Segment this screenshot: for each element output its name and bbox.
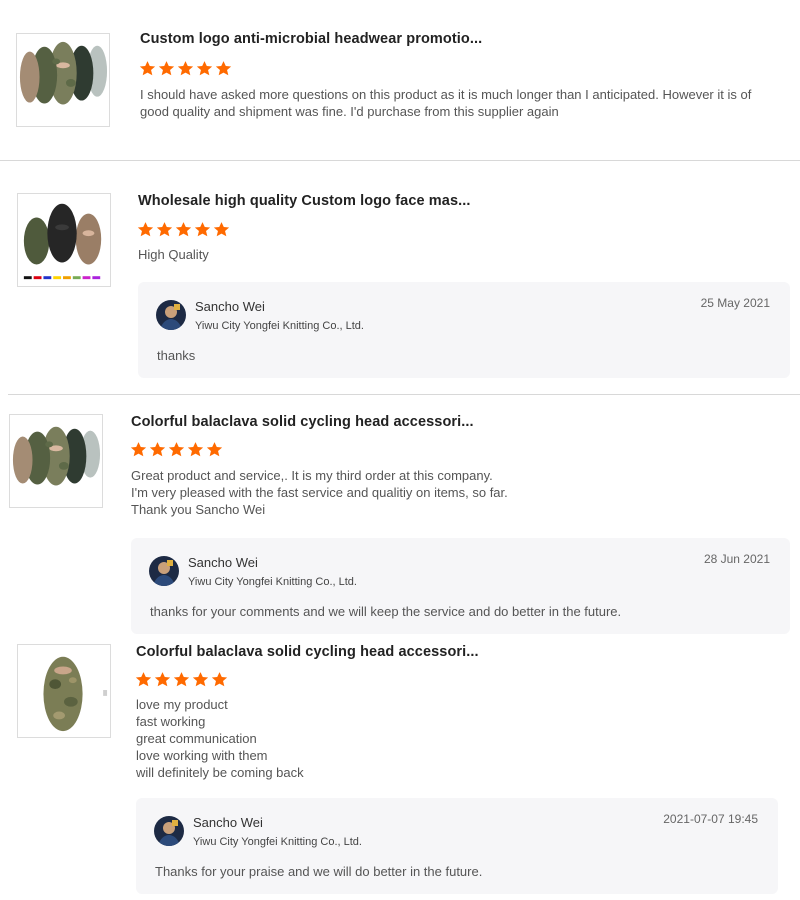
reply-author-name: Sancho Wei <box>195 299 265 314</box>
star-icon <box>194 222 211 237</box>
star-rating <box>135 671 228 688</box>
review-text: High Quality <box>138 247 209 262</box>
reply-date: 2021-07-07 19:45 <box>663 812 758 826</box>
review-item: Custom logo anti-microbial headwear prom… <box>0 0 800 160</box>
balaclava-trio-product-image <box>18 194 110 286</box>
product-title[interactable]: Colorful balaclava solid cycling head ac… <box>131 414 474 430</box>
star-icon <box>156 222 173 237</box>
star-icon <box>206 442 223 457</box>
reply-author-name: Sancho Wei <box>193 815 263 830</box>
review-divider <box>0 160 800 161</box>
star-icon <box>137 222 154 237</box>
review-item: Colorful balaclava solid cycling head ac… <box>0 634 800 900</box>
star-icon <box>139 61 156 76</box>
star-rating <box>139 60 232 77</box>
reply-company-name: Yiwu City Yongfei Knitting Co., Ltd. <box>195 320 364 332</box>
star-icon <box>158 61 175 76</box>
review-text: love my product fast working great commu… <box>136 697 304 780</box>
star-icon <box>196 61 213 76</box>
product-thumbnail[interactable] <box>16 33 110 127</box>
star-icon <box>173 672 190 687</box>
star-icon <box>192 672 209 687</box>
balaclava-group-product-image <box>17 34 109 126</box>
reply-date: 28 Jun 2021 <box>703 552 770 566</box>
star-icon <box>175 222 192 237</box>
avatar <box>156 300 186 330</box>
reply-author-name: Sancho Wei <box>188 555 258 570</box>
star-icon <box>213 222 230 237</box>
star-icon <box>149 442 166 457</box>
avatar <box>149 556 179 586</box>
reply-company-name: Yiwu City Yongfei Knitting Co., Ltd. <box>193 836 362 848</box>
avatar <box>154 816 184 846</box>
review-item: Colorful balaclava solid cycling head ac… <box>0 394 800 634</box>
review-text: Great product and service,. It is my thi… <box>131 468 508 517</box>
star-icon <box>177 61 194 76</box>
product-thumbnail[interactable] <box>9 414 103 508</box>
supplier-reply: Sancho Wei Yiwu City Yongfei Knitting Co… <box>138 282 790 378</box>
star-rating <box>130 441 223 458</box>
star-rating <box>137 221 230 238</box>
star-icon <box>135 672 152 687</box>
product-title[interactable]: Wholesale high quality Custom logo face … <box>138 193 471 209</box>
star-icon <box>130 442 147 457</box>
star-icon <box>215 61 232 76</box>
product-thumbnail[interactable] <box>17 193 111 287</box>
star-icon <box>154 672 171 687</box>
star-icon <box>211 672 228 687</box>
review-text: I should have asked more questions on th… <box>140 87 752 119</box>
product-title[interactable]: Colorful balaclava solid cycling head ac… <box>136 644 479 660</box>
reply-date: 25 May 2021 <box>700 296 770 310</box>
star-icon <box>168 442 185 457</box>
supplier-reply: Sancho Wei Yiwu City Yongfei Knitting Co… <box>131 538 790 634</box>
camo-balaclava-product-image <box>18 645 110 737</box>
review-item: Wholesale high quality Custom logo face … <box>0 172 800 392</box>
star-icon <box>187 442 204 457</box>
supplier-reply: Sancho Wei Yiwu City Yongfei Knitting Co… <box>136 798 778 894</box>
reply-text: thanks <box>157 348 196 363</box>
product-title[interactable]: Custom logo anti-microbial headwear prom… <box>140 31 482 47</box>
balaclava-group-product-image <box>10 415 102 507</box>
product-thumbnail[interactable] <box>17 644 111 738</box>
reply-text: Thanks for your praise and we will do be… <box>155 864 483 879</box>
reply-text: thanks for your comments and we will kee… <box>150 604 622 619</box>
reply-company-name: Yiwu City Yongfei Knitting Co., Ltd. <box>188 576 357 588</box>
